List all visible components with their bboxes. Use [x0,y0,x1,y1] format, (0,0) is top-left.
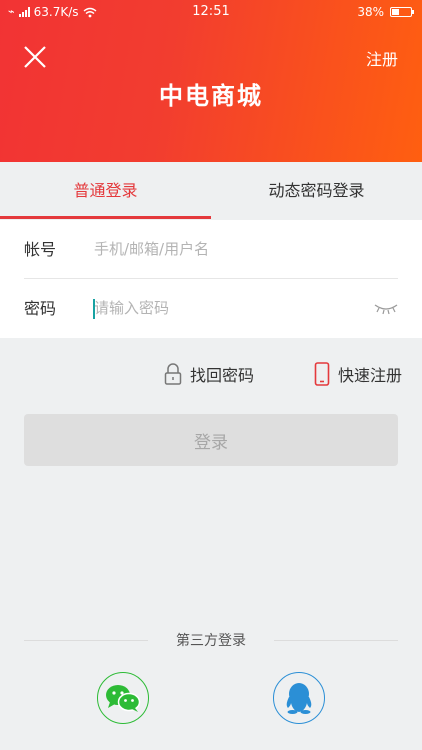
password-label: 密码 [24,299,57,318]
forgot-password-label: 找回密码 [190,366,255,385]
account-label: 帐号 [24,240,57,259]
qq-icon [286,683,312,714]
forgot-password-link[interactable]: 找回密码 [164,362,254,386]
auxiliary-links: 找回密码 快速注册 [0,338,422,412]
qq-login-button[interactable] [273,672,325,724]
password-input[interactable] [94,293,364,323]
close-icon[interactable] [22,44,48,70]
status-bar: ⌁ 63.7K/s 12:51 38% [0,0,422,24]
phone-icon [314,362,330,386]
quick-register-label: 快速注册 [338,366,403,385]
battery-fill [392,9,399,15]
status-right: 38% [357,0,414,24]
wechat-icon [106,685,141,712]
wechat-login-button[interactable] [97,672,149,724]
login-tabs: 普通登录 动态密码登录 [0,162,422,220]
page-title: 中电商城 [159,82,263,110]
lock-icon [164,363,182,385]
quick-register-link[interactable]: 快速注册 [314,362,402,386]
third-party-login-label: 第三方登录 [176,633,246,649]
password-row: 密码 [0,279,422,338]
account-row: 帐号 [0,220,422,279]
login-form: 帐号 密码 [0,220,422,338]
eye-closed-icon[interactable] [374,301,398,315]
account-input[interactable] [94,234,364,264]
login-button[interactable]: 登录 [24,414,398,466]
battery-icon [390,7,414,17]
header-banner: ⌁ 63.7K/s 12:51 38% 注册 中电商城 [0,0,422,162]
register-link[interactable]: 注册 [366,46,398,70]
active-tab-indicator [0,216,211,219]
text-cursor [93,299,95,319]
battery-percent: 38% [357,5,384,19]
tab-normal-login[interactable]: 普通登录 [0,162,211,220]
tab-dynamic-password-login[interactable]: 动态密码登录 [211,162,422,220]
